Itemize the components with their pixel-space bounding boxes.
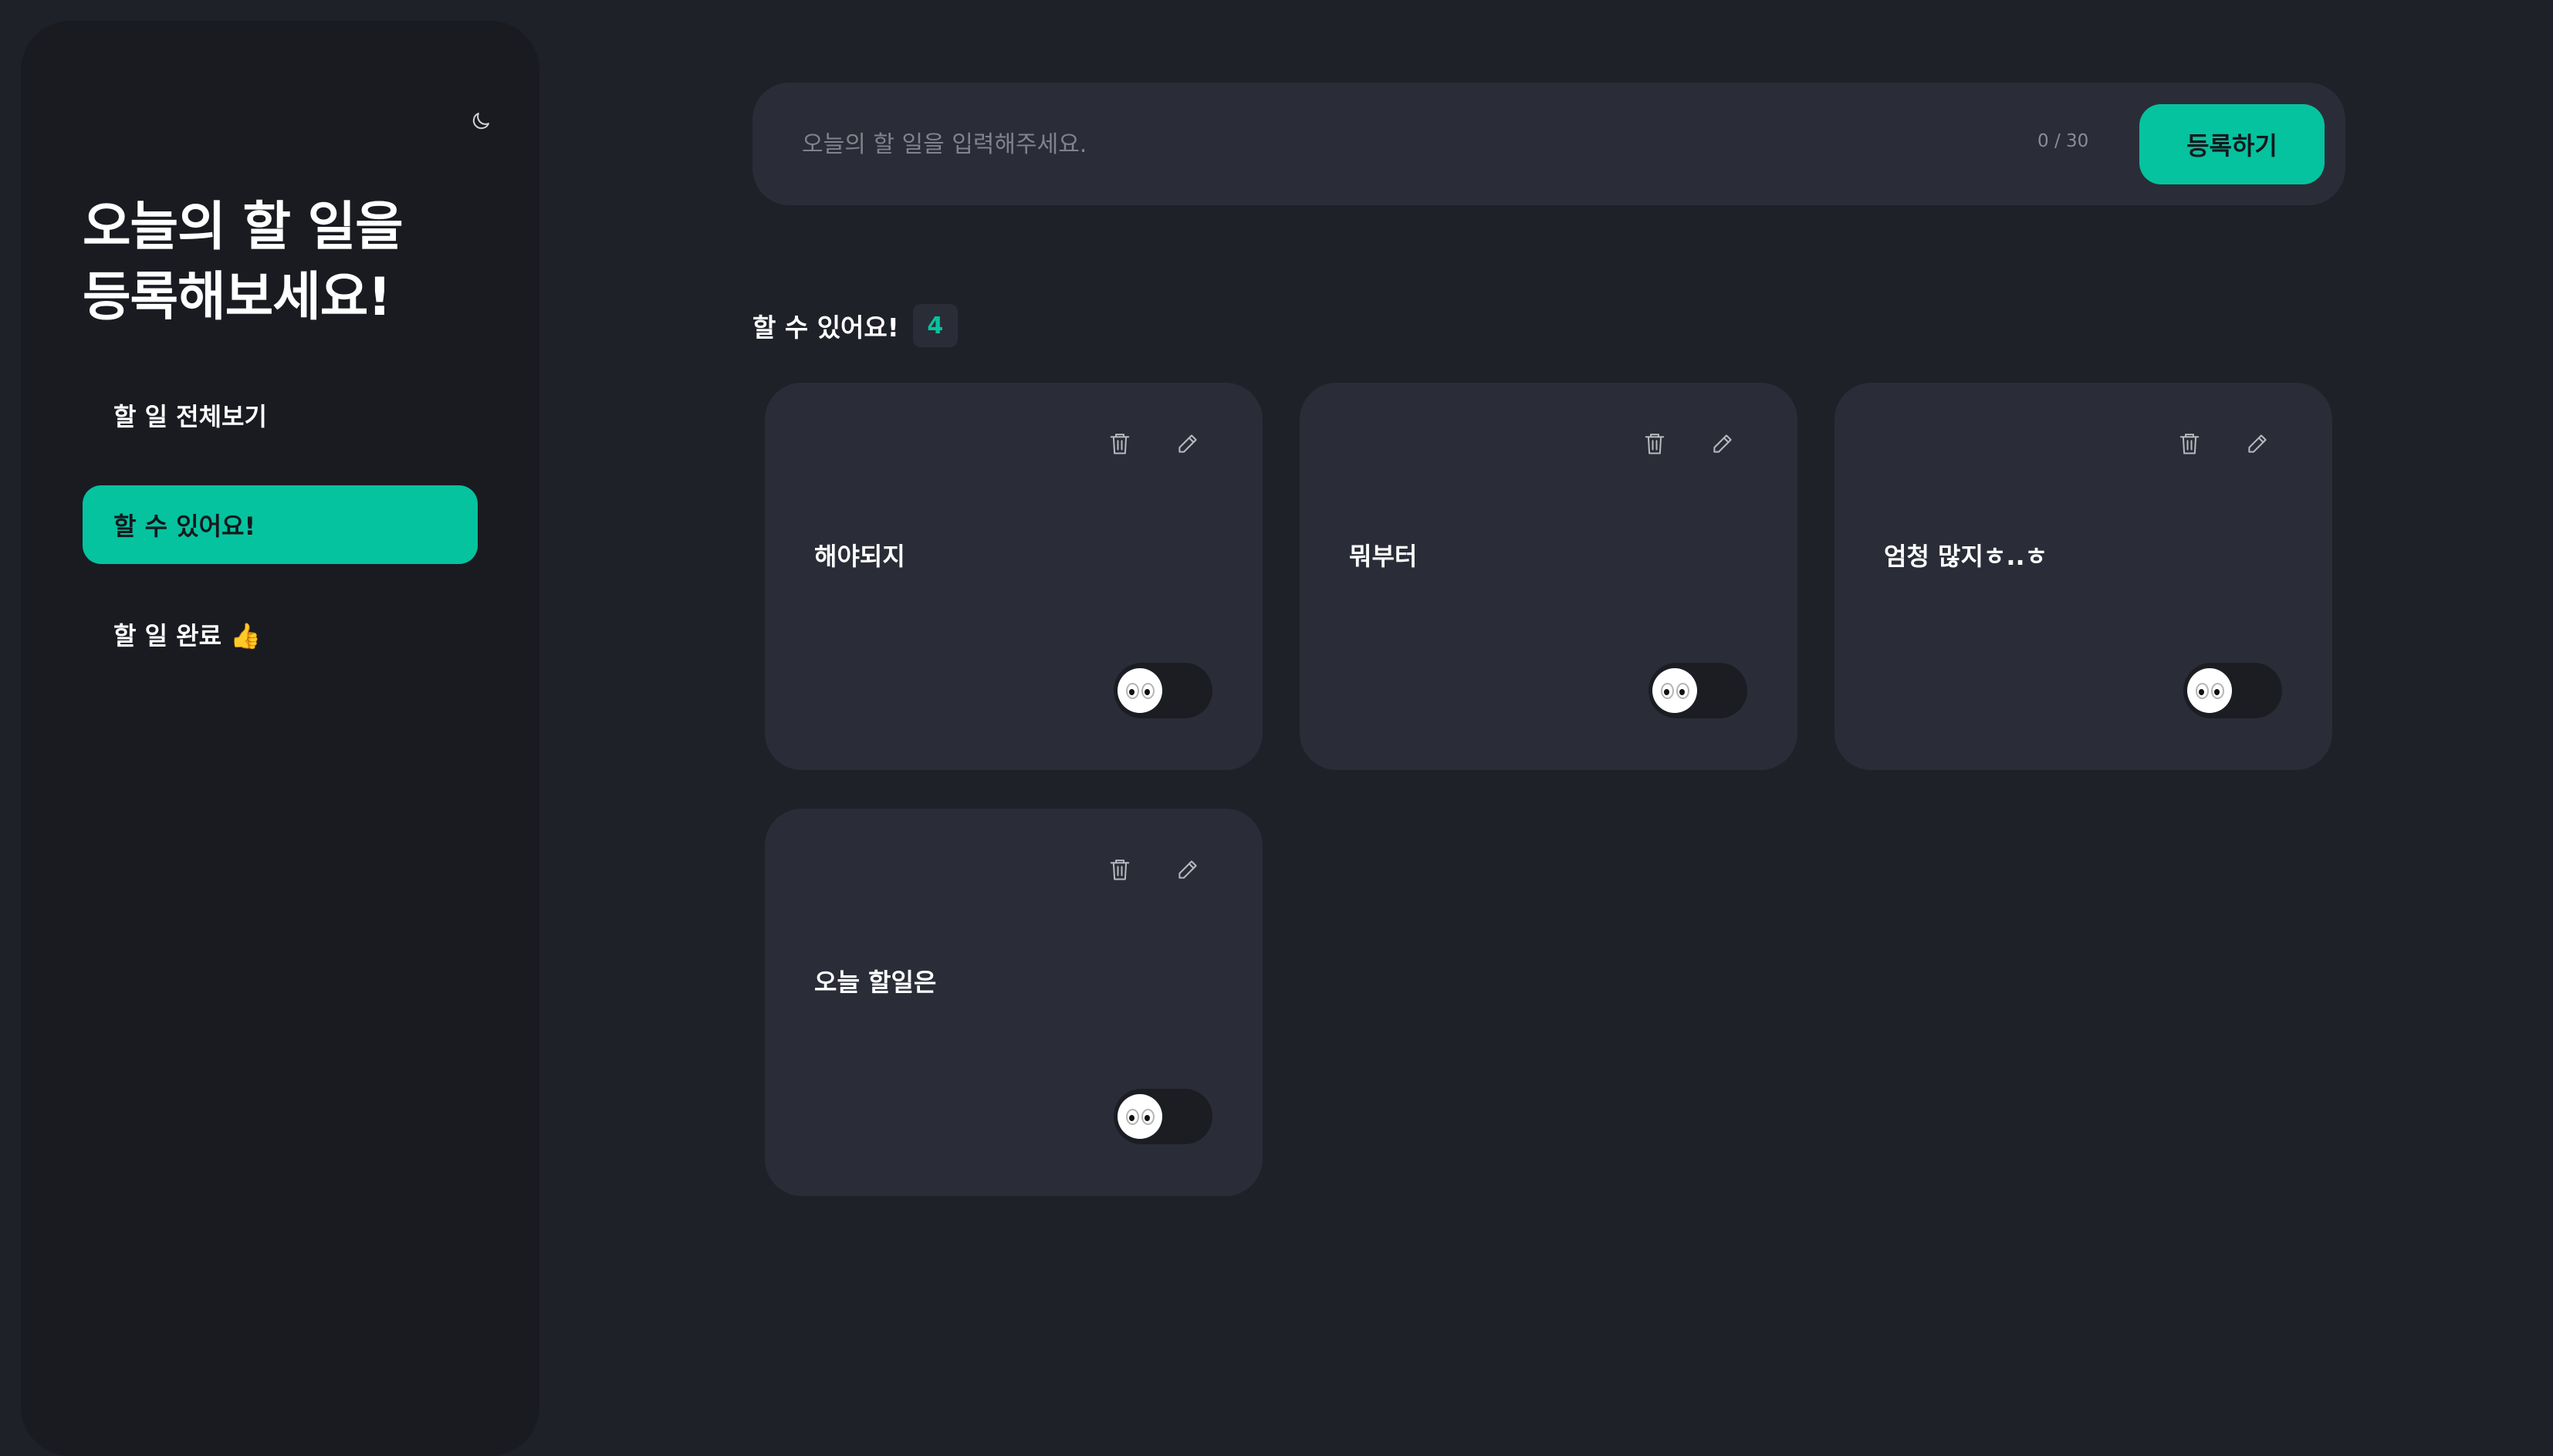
todo-card: 오늘 할일은 <box>765 809 1263 1196</box>
nav-item-todo[interactable]: 할 수 있어요! <box>83 485 478 564</box>
eye-icon <box>1660 682 1674 699</box>
trash-icon <box>2179 434 2200 454</box>
nav-item-done[interactable]: 할 일 완료 👍 <box>83 595 478 674</box>
todo-text: 해야되지 <box>814 542 905 571</box>
section-title: 할 수 있어요! <box>752 312 899 343</box>
sidebar-nav: 할 일 전체보기 할 수 있어요! 할 일 완료 👍 <box>83 376 478 704</box>
nav-item-all[interactable]: 할 일 전체보기 <box>83 376 478 454</box>
edit-button[interactable] <box>1171 427 1205 461</box>
sidebar: 오늘의 할 일을 등록해보세요! 할 일 전체보기 할 수 있어요! 할 일 완… <box>21 21 539 1456</box>
eye-icon <box>1125 1108 1139 1125</box>
eyes-icon <box>1118 668 1162 713</box>
sidebar-title: 오늘의 할 일을 등록해보세요! <box>83 192 515 333</box>
todo-text: 뭐부터 <box>1349 542 1418 571</box>
todo-card: 엄청 많지ㅎ..ㅎ <box>1834 383 2332 770</box>
pencil-icon <box>1178 860 1197 879</box>
delete-button[interactable] <box>1638 427 1672 461</box>
complete-toggle[interactable] <box>1648 663 1747 718</box>
pencil-icon <box>1178 434 1197 453</box>
sidebar-title-line1: 오늘의 할 일을 <box>83 197 404 258</box>
edit-button[interactable] <box>1706 427 1740 461</box>
eyes-icon <box>2187 668 2232 713</box>
theme-toggle-button[interactable] <box>456 96 506 146</box>
todo-text: 엄청 많지ㅎ..ㅎ <box>1884 542 2048 571</box>
eye-icon <box>1141 682 1155 699</box>
eyes-icon <box>1652 668 1697 713</box>
eyes-icon <box>1118 1094 1162 1139</box>
todo-input[interactable] <box>802 113 1960 175</box>
eye-icon <box>1676 682 1689 699</box>
edit-button[interactable] <box>2240 427 2274 461</box>
pencil-icon <box>1713 434 1732 453</box>
nav-item-label: 할 일 완료 👍 <box>113 621 262 650</box>
trash-icon <box>1110 860 1130 880</box>
edit-button[interactable] <box>1171 853 1205 887</box>
delete-button[interactable] <box>2173 427 2206 461</box>
submit-button[interactable]: 등록하기 <box>2139 104 2325 184</box>
complete-toggle[interactable] <box>1114 1089 1212 1144</box>
nav-item-label: 할 일 전체보기 <box>113 402 267 431</box>
todo-count-badge: 4 <box>912 304 958 347</box>
todo-card: 뭐부터 <box>1300 383 1797 770</box>
eye-icon <box>1125 682 1139 699</box>
moon-icon <box>472 113 489 130</box>
trash-icon <box>1110 434 1130 454</box>
sidebar-title-line2: 등록해보세요! <box>83 267 391 328</box>
trash-icon <box>1645 434 1665 454</box>
delete-button[interactable] <box>1103 853 1137 887</box>
pencil-icon <box>2248 434 2267 453</box>
nav-item-label: 할 수 있어요! <box>113 512 256 541</box>
complete-toggle[interactable] <box>1114 663 1212 718</box>
section-header: 할 수 있어요! 4 <box>752 304 958 347</box>
complete-toggle[interactable] <box>2183 663 2282 718</box>
todo-card: 해야되지 <box>765 383 1263 770</box>
eye-icon <box>2195 682 2209 699</box>
todo-input-bar <box>752 83 2345 205</box>
todo-text: 오늘 할일은 <box>814 968 937 997</box>
char-counter: 0 / 30 <box>2037 131 2089 151</box>
eye-icon <box>2210 682 2224 699</box>
delete-button[interactable] <box>1103 427 1137 461</box>
eye-icon <box>1141 1108 1155 1125</box>
